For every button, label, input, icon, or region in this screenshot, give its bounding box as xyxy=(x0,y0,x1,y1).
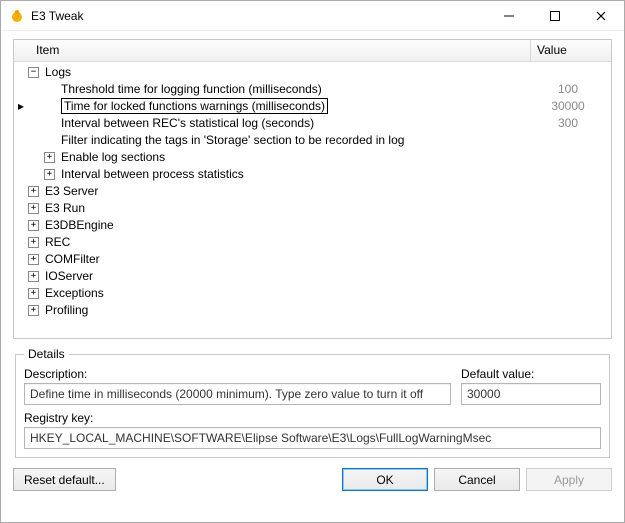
tree-row[interactable]: Filter indicating the tags in 'Storage' … xyxy=(14,132,611,149)
tree-row[interactable]: + E3 Server xyxy=(14,183,611,200)
expand-icon[interactable]: + xyxy=(28,271,39,282)
tree-row-label: Interval between process statistics xyxy=(59,166,531,183)
tree-row[interactable]: + E3DBEngine xyxy=(14,217,611,234)
description-label: Description: xyxy=(24,367,451,381)
expand-placeholder xyxy=(44,118,55,129)
settings-tree[interactable]: Item Value −Logs Threshold time for logg… xyxy=(13,39,612,339)
tree-row[interactable]: Interval between REC's statistical log (… xyxy=(14,115,611,132)
tree-header: Item Value xyxy=(14,40,611,62)
tree-row[interactable]: + Profiling xyxy=(14,302,611,319)
tree-row-label: E3DBEngine xyxy=(43,217,531,234)
maximize-button[interactable] xyxy=(532,1,578,31)
tree-row-label: Time for locked functions warnings (mill… xyxy=(59,98,531,115)
expand-icon[interactable]: + xyxy=(28,254,39,265)
tree-row-label: Threshold time for logging function (mil… xyxy=(59,81,531,98)
tree-row[interactable]: + E3 Run xyxy=(14,200,611,217)
collapse-icon[interactable]: − xyxy=(28,67,39,78)
expand-icon[interactable]: + xyxy=(44,152,55,163)
tree-row[interactable]: + REC xyxy=(14,234,611,251)
tree-row-label: E3 Run xyxy=(43,200,531,217)
tree-row[interactable]: Threshold time for logging function (mil… xyxy=(14,81,611,98)
title-bar: E3 Tweak xyxy=(1,1,624,31)
expand-placeholder xyxy=(44,84,55,95)
expand-icon[interactable]: + xyxy=(44,169,55,180)
expand-icon[interactable]: + xyxy=(28,220,39,231)
tree-row-label: REC xyxy=(43,234,531,251)
tree-row-label: E3 Server xyxy=(43,183,531,200)
details-group: Details Description: Define time in mill… xyxy=(15,347,610,458)
tree-row-label: COMFilter xyxy=(43,251,531,268)
tree-row[interactable]: + Enable log sections xyxy=(14,149,611,166)
expand-icon[interactable]: + xyxy=(28,305,39,316)
close-button[interactable] xyxy=(578,1,624,31)
tree-row-value: 300 xyxy=(531,115,611,132)
registry-key-label: Registry key: xyxy=(24,411,601,425)
dialog-button-bar: Reset default... OK Cancel Apply xyxy=(1,458,624,501)
registry-key-value: HKEY_LOCAL_MACHINE\SOFTWARE\Elipse Softw… xyxy=(24,427,601,449)
tree-row-value: 30000 xyxy=(531,98,611,115)
row-indicator-icon: ▸ xyxy=(14,98,28,115)
expand-icon[interactable]: + xyxy=(28,186,39,197)
description-value: Define time in milliseconds (20000 minim… xyxy=(24,383,451,405)
tree-row-label: Profiling xyxy=(43,302,531,319)
tree-row[interactable]: −Logs xyxy=(14,64,611,81)
apply-button: Apply xyxy=(526,468,612,491)
tree-row-label: Enable log sections xyxy=(59,149,531,166)
tree-row-value: 100 xyxy=(531,81,611,98)
ok-button[interactable]: OK xyxy=(342,468,428,491)
details-legend: Details xyxy=(24,347,69,361)
tree-row[interactable]: + IOServer xyxy=(14,268,611,285)
minimize-button[interactable] xyxy=(486,1,532,31)
default-value: 30000 xyxy=(461,383,601,405)
column-header-item[interactable]: Item xyxy=(14,40,531,61)
expand-icon[interactable]: + xyxy=(28,237,39,248)
tree-row-label: IOServer xyxy=(43,268,531,285)
tree-row[interactable]: ▸ Time for locked functions warnings (mi… xyxy=(14,98,611,115)
expand-icon[interactable]: + xyxy=(28,288,39,299)
column-header-value[interactable]: Value xyxy=(531,40,611,61)
default-value-label: Default value: xyxy=(461,367,601,381)
expand-placeholder xyxy=(44,101,55,112)
app-icon xyxy=(9,8,25,24)
window-title: E3 Tweak xyxy=(31,9,83,23)
tree-row-label: Logs xyxy=(43,64,531,81)
tree-row-label: Interval between REC's statistical log (… xyxy=(59,115,531,132)
tree-row[interactable]: + COMFilter xyxy=(14,251,611,268)
tree-row[interactable]: + Interval between process statistics xyxy=(14,166,611,183)
expand-icon[interactable]: + xyxy=(28,203,39,214)
tree-row-label: Exceptions xyxy=(43,285,531,302)
tree-row[interactable]: + Exceptions xyxy=(14,285,611,302)
reset-default-button[interactable]: Reset default... xyxy=(13,468,116,491)
cancel-button[interactable]: Cancel xyxy=(434,468,520,491)
expand-placeholder xyxy=(44,135,55,146)
tree-row-label: Filter indicating the tags in 'Storage' … xyxy=(59,132,531,149)
